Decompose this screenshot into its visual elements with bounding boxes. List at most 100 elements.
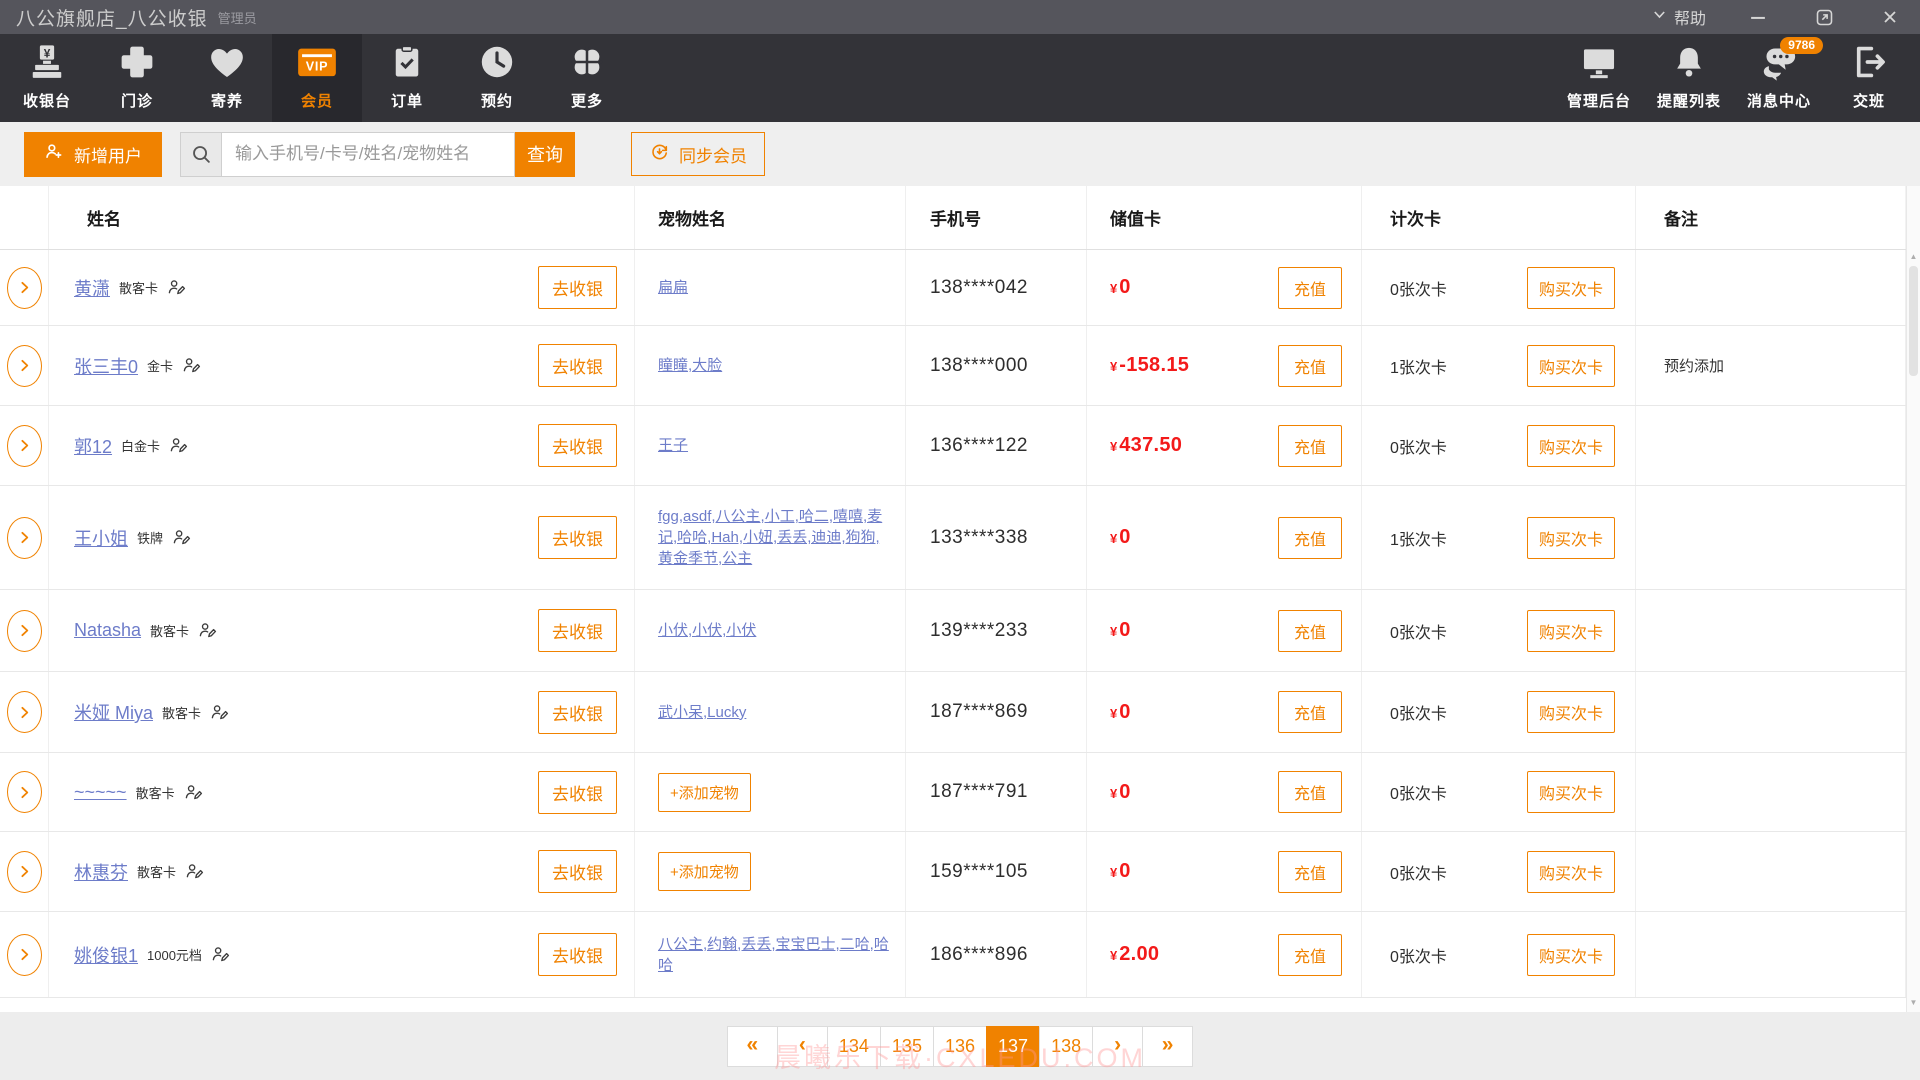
checkout-button[interactable]: 去收银 xyxy=(538,516,617,559)
pet-names-link[interactable]: fgg,asdf,八公主,小工,哈二,嘻嘻,麦记,哈哈,Hah,小妞,丢丢,迪迪… xyxy=(658,506,891,569)
yen-symbol: ¥ xyxy=(1110,624,1117,639)
edit-member-icon[interactable] xyxy=(172,528,191,547)
prev-page-button[interactable]: ‹ xyxy=(777,1026,828,1067)
search-icon[interactable] xyxy=(180,132,221,177)
checkout-button[interactable]: 去收银 xyxy=(538,850,617,893)
recharge-button[interactable]: 充值 xyxy=(1278,345,1342,387)
member-name-link[interactable]: 米娅 Miya xyxy=(74,699,153,725)
card-type-label: 散客卡 xyxy=(150,621,189,640)
buy-count-card-button[interactable]: 购买次卡 xyxy=(1527,517,1615,559)
query-button[interactable]: 查询 xyxy=(515,132,575,177)
vertical-scrollbar[interactable]: ▲ ▼ xyxy=(1906,186,1920,1012)
expand-row-button[interactable] xyxy=(7,771,42,813)
scroll-up-icon[interactable]: ▲ xyxy=(1907,252,1920,262)
first-page-button[interactable]: « xyxy=(727,1026,778,1067)
member-name-link[interactable]: ~~~~~ xyxy=(74,782,127,803)
buy-count-card-button[interactable]: 购买次卡 xyxy=(1527,691,1615,733)
edit-member-icon[interactable] xyxy=(211,945,230,964)
expand-row-button[interactable] xyxy=(7,610,42,652)
member-name-link[interactable]: 林惠芬 xyxy=(74,859,128,885)
sync-members-button[interactable]: 同步会员 xyxy=(631,132,765,176)
nav-tab-2[interactable]: 寄养 xyxy=(182,34,272,122)
pet-names-link[interactable]: 小伏,小伏,小伏 xyxy=(658,620,756,641)
page-button-137[interactable]: 137 xyxy=(986,1026,1040,1067)
member-name-link[interactable]: 王小姐 xyxy=(74,525,128,551)
pet-names-link[interactable]: 扁扁 xyxy=(658,277,688,298)
edit-member-icon[interactable] xyxy=(198,621,217,640)
search-input[interactable] xyxy=(221,132,515,177)
add-pet-button[interactable]: +添加宠物 xyxy=(658,852,751,891)
recharge-button[interactable]: 充值 xyxy=(1278,610,1342,652)
expand-row-button[interactable] xyxy=(7,691,42,733)
nav-tab-3[interactable]: VIP 会员 xyxy=(272,34,362,122)
member-name-link[interactable]: 张三丰0 xyxy=(74,353,138,379)
buy-count-card-button[interactable]: 购买次卡 xyxy=(1527,771,1615,813)
member-name-link[interactable]: 黄潇 xyxy=(74,275,110,301)
buy-count-card-button[interactable]: 购买次卡 xyxy=(1527,345,1615,387)
checkout-button[interactable]: 去收银 xyxy=(538,266,617,309)
checkout-button[interactable]: 去收银 xyxy=(538,344,617,387)
edit-member-icon[interactable] xyxy=(182,356,201,375)
minimize-button[interactable] xyxy=(1744,4,1772,30)
scrollbar-thumb[interactable] xyxy=(1909,266,1918,376)
recharge-button[interactable]: 充值 xyxy=(1278,517,1342,559)
checkout-button[interactable]: 去收银 xyxy=(538,771,617,814)
pet-names-link[interactable]: 瞳瞳,大脸 xyxy=(658,355,722,376)
edit-member-icon[interactable] xyxy=(185,862,204,881)
add-user-button[interactable]: 新增用户 xyxy=(24,132,162,177)
expand-row-button[interactable] xyxy=(7,267,42,309)
recharge-button[interactable]: 充值 xyxy=(1278,851,1342,893)
page-button-134[interactable]: 134 xyxy=(827,1026,881,1067)
member-name-link[interactable]: Natasha xyxy=(74,620,141,641)
checkout-button[interactable]: 去收银 xyxy=(538,691,617,734)
recharge-button[interactable]: 充值 xyxy=(1278,771,1342,813)
edit-member-icon[interactable] xyxy=(184,783,203,802)
expand-row-button[interactable] xyxy=(7,345,42,387)
scroll-down-icon[interactable]: ▼ xyxy=(1907,998,1920,1008)
member-name-link[interactable]: 郭12 xyxy=(74,433,112,459)
add-pet-button[interactable]: +添加宠物 xyxy=(658,773,751,812)
nav-tab-5[interactable]: 预约 xyxy=(452,34,542,122)
nav-right-tab-2[interactable]: 9786 消息中心 xyxy=(1734,34,1824,122)
expand-row-button[interactable] xyxy=(7,425,42,467)
buy-count-card-button[interactable]: 购买次卡 xyxy=(1527,610,1615,652)
nav-tab-4[interactable]: 订单 xyxy=(362,34,452,122)
page-button-138[interactable]: 138 xyxy=(1039,1026,1093,1067)
nav-tab-1[interactable]: 门诊 xyxy=(92,34,182,122)
maximize-button[interactable] xyxy=(1810,4,1838,30)
recharge-button[interactable]: 充值 xyxy=(1278,425,1342,467)
buy-count-card-button[interactable]: 购买次卡 xyxy=(1527,934,1615,976)
pet-names-link[interactable]: 武小呆,Lucky xyxy=(658,702,746,723)
edit-member-icon[interactable] xyxy=(169,436,188,455)
help-button[interactable]: 帮助 xyxy=(1652,5,1706,29)
recharge-button[interactable]: 充值 xyxy=(1278,934,1342,976)
page-button-135[interactable]: 135 xyxy=(880,1026,934,1067)
next-page-button[interactable]: › xyxy=(1092,1026,1143,1067)
nav-tab-6[interactable]: 更多 xyxy=(542,34,632,122)
nav-right-tab-1[interactable]: 提醒列表 xyxy=(1644,34,1734,122)
nav-right-tab-3[interactable]: 交班 xyxy=(1824,34,1914,122)
page-button-136[interactable]: 136 xyxy=(933,1026,987,1067)
count-card-value: 0张次卡 xyxy=(1390,860,1447,884)
recharge-button[interactable]: 充值 xyxy=(1278,267,1342,309)
checkout-button[interactable]: 去收银 xyxy=(538,424,617,467)
name-cell: 王小姐 铁牌 去收银 xyxy=(49,486,635,589)
pet-names-link[interactable]: 王子 xyxy=(658,435,688,456)
checkout-button[interactable]: 去收银 xyxy=(538,609,617,652)
buy-count-card-button[interactable]: 购买次卡 xyxy=(1527,267,1615,309)
expand-row-button[interactable] xyxy=(7,851,42,893)
close-button[interactable] xyxy=(1876,4,1904,30)
last-page-button[interactable]: » xyxy=(1142,1026,1193,1067)
buy-count-card-button[interactable]: 购买次卡 xyxy=(1527,851,1615,893)
nav-right-tab-0[interactable]: 管理后台 xyxy=(1554,34,1644,122)
buy-count-card-button[interactable]: 购买次卡 xyxy=(1527,425,1615,467)
recharge-button[interactable]: 充值 xyxy=(1278,691,1342,733)
nav-tab-0[interactable]: ¥ 收银台 xyxy=(2,34,92,122)
expand-row-button[interactable] xyxy=(7,934,42,976)
expand-row-button[interactable] xyxy=(7,517,42,559)
pet-names-link[interactable]: 八公主,约翰,丢丢,宝宝巴士,二哈,哈哈 xyxy=(658,934,891,976)
member-name-link[interactable]: 姚俊银1 xyxy=(74,942,138,968)
edit-member-icon[interactable] xyxy=(210,703,229,722)
edit-member-icon[interactable] xyxy=(167,278,186,297)
checkout-button[interactable]: 去收银 xyxy=(538,933,617,976)
